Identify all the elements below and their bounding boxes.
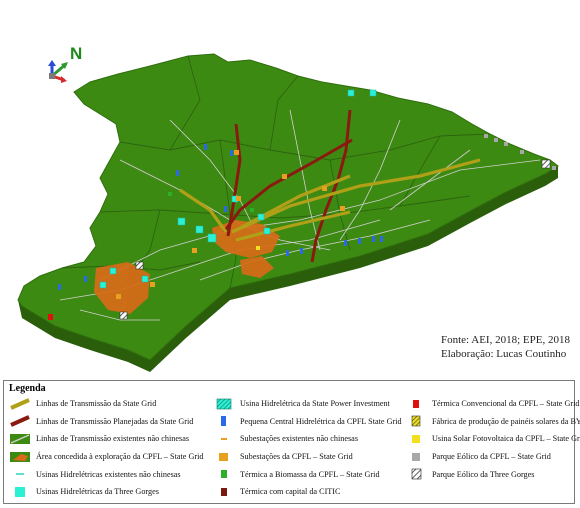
- author-credit: Elaboração: Lucas Coutinho: [441, 348, 567, 360]
- legend-label: Usina Hidrelétrica da State Power Invest…: [240, 399, 390, 409]
- byd-factory-icon: [405, 415, 427, 427]
- three-gorges-hydro-icon: [9, 486, 31, 498]
- solar-plant-markers: [256, 246, 260, 250]
- legend-item: Parque Eólico da CPFL – State Grid: [405, 448, 573, 466]
- legend-column-1: Linhas de Transmissão da State Grid Linh…: [9, 395, 214, 501]
- legend-item: Fábrica de produção de painéis solares d…: [405, 413, 580, 431]
- legend-label: Área concedida à exploração da CPFL – St…: [36, 452, 204, 462]
- legend-item: Térmica a Biomassa da CPFL – State Grid: [213, 465, 409, 483]
- cpfl-concession-area-icon: [9, 451, 31, 463]
- legend-label: Subestações existentes não chinesas: [240, 434, 359, 444]
- legend-item: Térmica Convencional da CPFL – State Gri…: [405, 395, 580, 413]
- legend-item: Linhas de Transmissão Planejadas da Stat…: [9, 413, 214, 431]
- solar-plant-icon: [405, 433, 427, 445]
- legend-item: Usina Hidrelétrica da State Power Invest…: [213, 395, 409, 413]
- legend-label: Usina Solar Fotovoltaica da CPFL – State…: [432, 434, 580, 444]
- planned-transmission-line-icon: [9, 415, 31, 428]
- legend-label: Linhas de Transmissão Planejadas da Stat…: [36, 416, 194, 426]
- legend-item: Subestações existentes não chinesas: [213, 430, 409, 448]
- legend-label: Pequena Central Hidrelétrica da CPFL Sta…: [240, 416, 402, 426]
- legend-item: Térmica com capital da CITIC: [213, 483, 409, 501]
- legend-item: Pequena Central Hidrelétrica da CPFL Sta…: [213, 413, 409, 431]
- legend-label: Usinas Hidrelétricas da Three Gorges: [36, 487, 159, 497]
- legend-item: Parque Eólico da Three Gorges: [405, 465, 573, 483]
- legend-column-2: Usina Hidrelétrica da State Power Invest…: [213, 395, 409, 501]
- non-chinese-hydro-icon: [9, 468, 31, 480]
- non-chinese-transmission-line-icon: [9, 433, 31, 445]
- north-label: N: [70, 44, 83, 63]
- legend-item: Área concedida à exploração da CPFL – St…: [9, 448, 214, 466]
- cpfl-wind-park-icon: [405, 451, 427, 463]
- three-gorges-wind-icon: [405, 468, 427, 480]
- legend-item: Linhas de Transmissão da State Grid: [9, 395, 214, 413]
- legend-label: Subestações da CPFL – State Grid: [240, 452, 353, 462]
- conventional-thermal-markers: [48, 314, 53, 320]
- transmission-line-state-grid-icon: [9, 397, 31, 410]
- legend-label: Linhas de Transmissão existentes não chi…: [36, 434, 190, 444]
- legend-label: Parque Eólico da Three Gorges: [432, 469, 535, 479]
- spi-hydro-icon: [213, 398, 235, 410]
- legend-label: Linhas de Transmissão da State Grid: [36, 399, 157, 409]
- legend-label: Parque Eólico da CPFL – State Grid: [432, 452, 551, 462]
- legend-item: Linhas de Transmissão existentes não chi…: [9, 430, 214, 448]
- source-credit: Fonte: AEI, 2018; EPE, 2018: [441, 334, 570, 346]
- biomass-thermal-icon: [213, 468, 235, 480]
- brazil-3d-map: [17, 53, 559, 372]
- legend-label: Fábrica de produção de painéis solares d…: [432, 416, 580, 426]
- legend-item: Usinas Hidrelétricas existentes não chin…: [9, 465, 214, 483]
- legend-item: Usinas Hidrelétricas da Three Gorges: [9, 483, 214, 501]
- legend-label: Térmica Convencional da CPFL – State Gri…: [432, 399, 580, 409]
- conventional-thermal-icon: [405, 398, 427, 410]
- legend-item: Subestações da CPFL – State Grid: [213, 448, 409, 466]
- cpfl-small-hydro-icon: [213, 415, 235, 427]
- non-chinese-substation-icon: [213, 433, 235, 445]
- citic-thermal-icon: [213, 486, 235, 498]
- legend-box: Legenda Linhas de Transmissão da State G…: [3, 380, 580, 504]
- legend-title: Legenda: [9, 383, 46, 394]
- legend-column-3: Térmica Convencional da CPFL – State Gri…: [405, 395, 580, 483]
- legend-item: Usina Solar Fotovoltaica da CPFL – State…: [405, 430, 580, 448]
- legend-label: Térmica com capital da CITIC: [240, 487, 341, 497]
- legend-label: Térmica a Biomassa da CPFL – State Grid: [240, 469, 380, 479]
- legend-label: Usinas Hidrelétricas existentes não chin…: [36, 469, 181, 479]
- map-area: N Fonte: AEI, 2018; EPE, 2018 Elaboração…: [0, 0, 580, 378]
- cpfl-substation-icon: [213, 451, 235, 463]
